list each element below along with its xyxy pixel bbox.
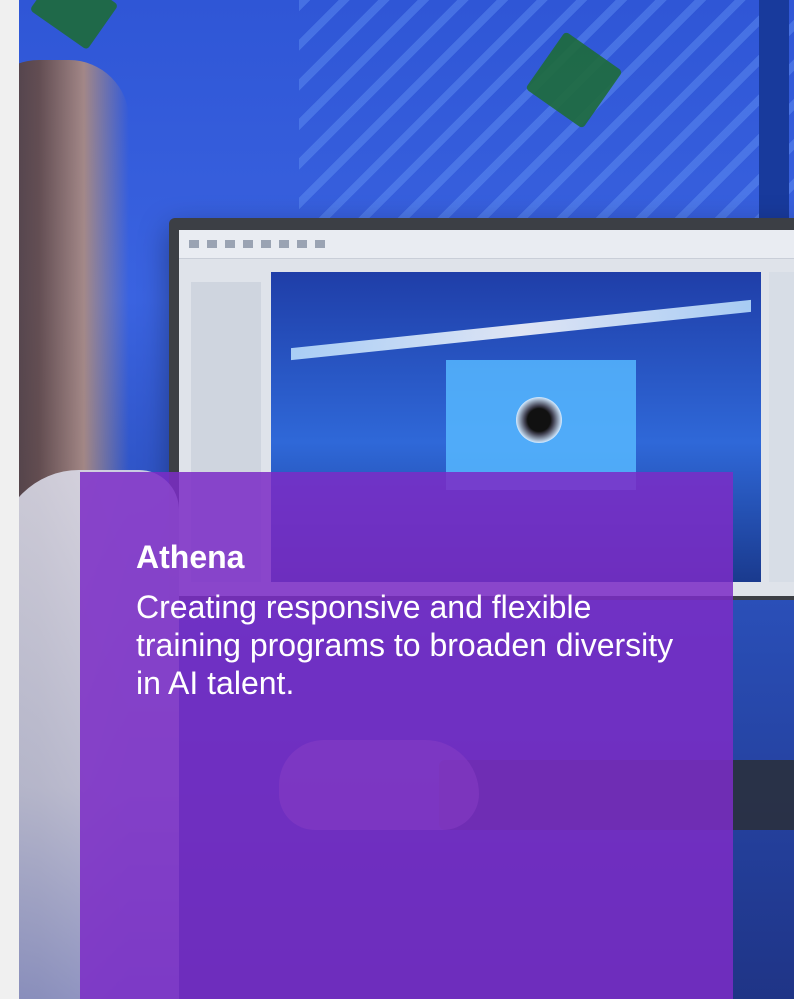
toolbar-icon [207,240,217,248]
card-description: Creating responsive and flexible trainin… [136,589,674,701]
toolbar-icon [243,240,253,248]
toolbar-icon [297,240,307,248]
page-left-margin [0,0,19,999]
background-green-panel [29,0,119,51]
toolbar-icon [315,240,325,248]
viewport-lens [516,397,562,443]
viewport-light-beam [291,299,751,361]
card-title: Athena [136,539,245,575]
background-wall-pattern [299,0,794,240]
toolbar-icon [225,240,235,248]
background-post [759,0,789,230]
software-toolbar [179,230,794,259]
software-right-panel [769,272,794,582]
toolbar-icon [279,240,289,248]
athena-info-card: Athena Creating responsive and flexible … [80,472,733,999]
toolbar-icon [189,240,199,248]
toolbar-icon [261,240,271,248]
